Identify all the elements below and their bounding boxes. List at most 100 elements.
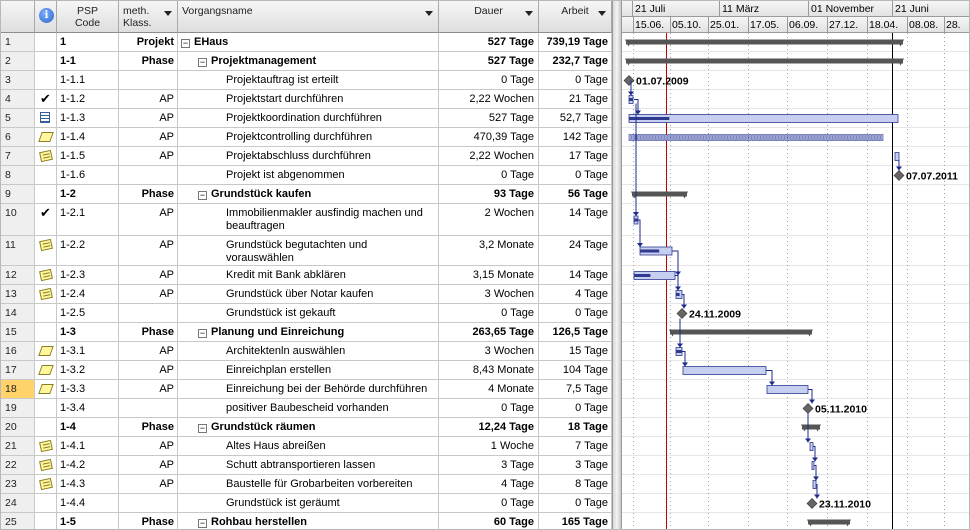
klass-cell[interactable]: Phase <box>119 52 178 70</box>
recurring-task-segment[interactable] <box>766 134 770 141</box>
recurring-task-segment[interactable] <box>700 134 704 141</box>
recurring-task-segment[interactable] <box>670 134 674 141</box>
klass-cell[interactable]: AP <box>119 266 178 284</box>
klass-cell[interactable]: AP <box>119 90 178 108</box>
psp-code-cell[interactable]: 1-3.2 <box>57 361 119 379</box>
duration-cell[interactable]: 3 Wochen <box>439 285 539 303</box>
recurring-task-segment[interactable] <box>805 134 809 141</box>
recurring-task-segment[interactable] <box>802 134 806 141</box>
klass-cell[interactable]: Phase <box>119 513 178 529</box>
task-bar[interactable] <box>812 480 817 489</box>
table-row[interactable]: 3 1-1.1 Projektauftrag ist erteilt 0 Tage 0 … <box>1 71 612 90</box>
table-row[interactable]: 11 1-2.2 AP Grundstück begutachten und vora… <box>1 236 612 266</box>
work-cell[interactable]: 3 Tage <box>539 456 612 474</box>
work-cell[interactable]: 739,19 Tage <box>539 33 612 51</box>
task-bar[interactable] <box>809 442 814 451</box>
klass-cell[interactable] <box>119 71 178 89</box>
summary-bar[interactable] <box>632 191 687 197</box>
recurring-task-segment[interactable] <box>847 134 851 141</box>
recurring-task-segment[interactable] <box>856 134 860 141</box>
row-number[interactable]: 4 <box>1 90 35 108</box>
psp-code-cell[interactable]: 1-1.4 <box>57 128 119 146</box>
recurring-task-segment[interactable] <box>811 134 815 141</box>
duration-cell[interactable]: 527 Tage <box>439 52 539 70</box>
duration-cell[interactable]: 8,43 Monate <box>439 361 539 379</box>
recurring-task-segment[interactable] <box>817 134 821 141</box>
gantt-chart[interactable]: 21 Juli 11 März 01 November 21 Juni 15.06. 0… <box>622 1 969 529</box>
duration-cell[interactable]: 12,24 Tage <box>439 418 539 436</box>
recurring-task-segment[interactable] <box>814 134 818 141</box>
collapse-toggle[interactable]: − <box>198 191 207 200</box>
recurring-task-segment[interactable] <box>688 134 692 141</box>
duration-cell[interactable]: 1 Woche <box>439 437 539 455</box>
work-cell[interactable]: 104 Tage <box>539 361 612 379</box>
recurring-task-segment[interactable] <box>823 134 827 141</box>
task-name-cell[interactable]: Altes Haus abreißen <box>178 437 439 455</box>
work-cell[interactable]: 0 Tage <box>539 494 612 512</box>
table-row[interactable]: 13 1-2.4 AP Grundstück über Notar kaufen 3 W… <box>1 285 612 304</box>
psp-code-cell[interactable]: 1-3.4 <box>57 399 119 417</box>
duration-cell[interactable]: 2,22 Wochen <box>439 90 539 108</box>
table-row[interactable]: 1 1 Projekt − EHaus 527 Tage 739,19 Tage <box>1 33 612 52</box>
recurring-task-segment[interactable] <box>631 134 635 141</box>
recurring-task-segment[interactable] <box>871 134 875 141</box>
klass-cell[interactable]: AP <box>119 147 178 165</box>
duration-cell[interactable]: 470,39 Tage <box>439 128 539 146</box>
duration-cell[interactable]: 3 Wochen <box>439 342 539 360</box>
duration-cell[interactable]: 263,65 Tage <box>439 323 539 341</box>
recurring-task-segment[interactable] <box>691 134 695 141</box>
row-number[interactable]: 21 <box>1 437 35 455</box>
work-cell[interactable]: 8 Tage <box>539 475 612 493</box>
recurring-task-segment[interactable] <box>835 134 839 141</box>
recurring-task-segment[interactable] <box>649 134 653 141</box>
row-number[interactable]: 7 <box>1 147 35 165</box>
task-name-cell[interactable]: Baustelle für Grobarbeiten vorbereiten <box>178 475 439 493</box>
row-number[interactable]: 9 <box>1 185 35 203</box>
recurring-task-segment[interactable] <box>643 134 647 141</box>
klass-cell[interactable] <box>119 304 178 322</box>
recurring-task-segment[interactable] <box>709 134 713 141</box>
psp-code-cell[interactable]: 1-1.3 <box>57 109 119 127</box>
duration-cell[interactable]: 3,2 Monate <box>439 236 539 265</box>
recurring-task-segment[interactable] <box>790 134 794 141</box>
recurring-task-segment[interactable] <box>826 134 830 141</box>
recurring-task-segment[interactable] <box>793 134 797 141</box>
recurring-task-segment[interactable] <box>808 134 812 141</box>
duration-cell[interactable]: 4 Tage <box>439 475 539 493</box>
recurring-task-segment[interactable] <box>850 134 854 141</box>
table-row[interactable]: 20 1-4 Phase − Grundstück räumen 12,24 Tage 18… <box>1 418 612 437</box>
psp-code-cell[interactable]: 1-1.2 <box>57 90 119 108</box>
table-row[interactable]: 4 ✔ 1-1.2 AP Projektstart durchführen 2,22 Wo… <box>1 90 612 109</box>
duration-cell[interactable]: 0 Tage <box>439 494 539 512</box>
recurring-task-segment[interactable] <box>751 134 755 141</box>
recurring-task-segment[interactable] <box>841 134 845 141</box>
collapse-toggle[interactable]: − <box>198 58 207 67</box>
row-number[interactable]: 16 <box>1 342 35 360</box>
recurring-task-segment[interactable] <box>868 134 872 141</box>
task-name-cell[interactable]: Immobilienmakler ausfindig machen und be… <box>178 204 439 235</box>
row-number[interactable]: 17 <box>1 361 35 379</box>
recurring-task-segment[interactable] <box>829 134 833 141</box>
duration-cell[interactable]: 0 Tage <box>439 304 539 322</box>
duration-cell[interactable]: 0 Tage <box>439 399 539 417</box>
timescale-bottom[interactable]: 15.06. 05.10. 25.01. 17.05. 06.09. 27.12. 18.0… <box>622 17 969 33</box>
recurring-task-segment[interactable] <box>676 134 680 141</box>
row-number[interactable]: 22 <box>1 456 35 474</box>
chevron-down-icon[interactable] <box>164 11 172 16</box>
klass-cell[interactable]: AP <box>119 437 178 455</box>
klass-cell[interactable] <box>119 166 178 184</box>
recurring-task-segment[interactable] <box>781 134 785 141</box>
klass-cell[interactable]: AP <box>119 109 178 127</box>
recurring-task-segment[interactable] <box>763 134 767 141</box>
row-number[interactable]: 3 <box>1 71 35 89</box>
task-bar[interactable] <box>894 152 900 161</box>
recurring-task-segment[interactable] <box>664 134 668 141</box>
collapse-toggle[interactable]: − <box>198 424 207 433</box>
recurring-task-segment[interactable] <box>859 134 863 141</box>
recurring-task-segment[interactable] <box>862 134 866 141</box>
task-name-cell[interactable]: − Rohbau herstellen <box>178 513 439 529</box>
milestone-diamond[interactable] <box>676 308 688 319</box>
task-bar[interactable] <box>682 366 767 375</box>
milestone-diamond[interactable] <box>806 498 818 509</box>
table-row[interactable]: 7 1-1.5 AP Projektabschluss durchführen 2,22… <box>1 147 612 166</box>
